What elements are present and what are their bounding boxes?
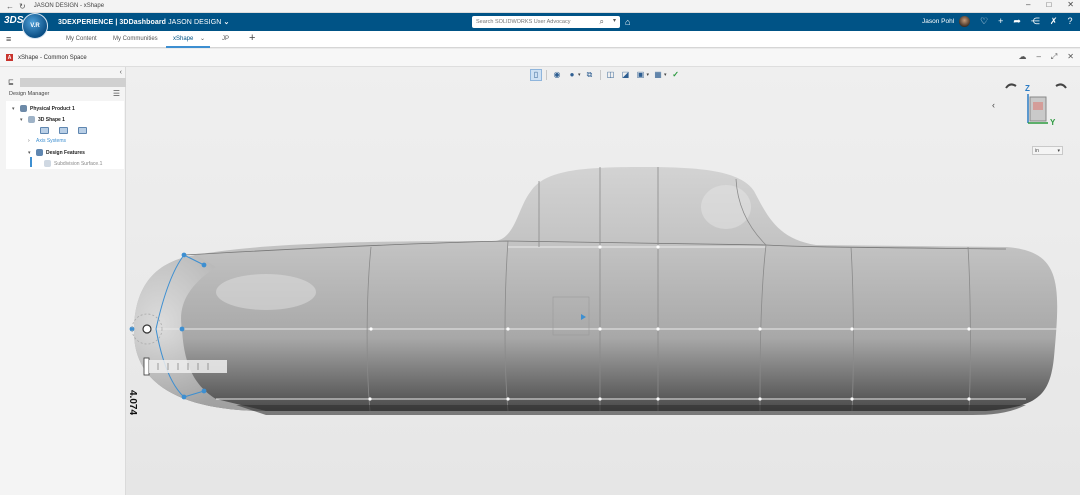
tree-node-axis-systems[interactable]: › Axis Systems — [28, 138, 66, 144]
xshape-app-icon: A — [6, 54, 13, 61]
subdivision-icon — [44, 160, 51, 167]
surface-highlight — [701, 185, 751, 229]
selection-indicator — [30, 157, 32, 167]
search-input[interactable] — [472, 19, 592, 25]
tab-xshape[interactable]: xShape — [173, 36, 193, 42]
platform-topbar: 3DS 3DEXPERIENCE | 3DDashboard JASON DES… — [0, 13, 1080, 31]
browser-nav: ← ↻ — [0, 2, 26, 11]
app-header: A xShape - Common Space ☁ – ⤢ ✕ — [0, 49, 1080, 67]
chevron-down-icon: ⌄ — [223, 19, 230, 26]
tree-label: 3D Shape 1 — [38, 116, 65, 123]
close-button[interactable]: ✕ — [1067, 0, 1074, 9]
tree-node-design-features[interactable]: ▾ Design Features — [28, 149, 85, 156]
search-bar: ⌕ ▾ — [472, 16, 620, 28]
dashboard-tabbar: ≡ My Content My Communities xShape ⌄ JP … — [0, 31, 1080, 48]
app-title: xShape - Common Space — [18, 55, 87, 61]
3d-viewport[interactable]: ▯ ◉ ● ▾ ⧉ ◫ ◪ ▣ ▾ ▦ ▾ ✓ ‹ Z Y in ▾ 4.074 — [126, 67, 1080, 495]
features-icon — [36, 149, 43, 156]
yz-plane-icon[interactable] — [59, 127, 68, 134]
add-tab-button[interactable]: + — [249, 32, 255, 44]
design-tree: ▾ Physical Product 1 ▾ 3D Shape 1 › Axis… — [6, 101, 124, 169]
tab-my-content[interactable]: My Content — [66, 36, 97, 42]
tree-node-physical-product[interactable]: ▾ Physical Product 1 — [12, 105, 75, 112]
compass-icon[interactable]: V.R — [22, 13, 48, 39]
tree-label: Design Features — [46, 149, 85, 156]
brand-title[interactable]: 3DEXPERIENCE | 3DDashboard JASON DESIGN … — [58, 18, 229, 26]
add-icon[interactable]: + — [998, 16, 1003, 27]
search-scope-chevron-icon[interactable]: ▾ — [613, 17, 616, 24]
expand-toggle-icon[interactable]: › — [28, 138, 33, 144]
panel-menu-icon[interactable]: ☰ — [113, 89, 120, 98]
refresh-icon[interactable]: ↻ — [19, 2, 26, 11]
underside-shadow — [236, 405, 1026, 415]
cloud-icon[interactable]: ☁ — [1018, 52, 1026, 62]
tree-label: Physical Product 1 — [30, 105, 75, 112]
zx-plane-icon[interactable] — [78, 127, 87, 134]
share-icon[interactable]: ➦ — [1013, 16, 1021, 27]
collapse-toggle-icon[interactable]: ▾ — [20, 117, 25, 123]
surface-highlight — [216, 274, 316, 310]
tab-my-communities[interactable]: My Communities — [113, 36, 158, 42]
tree-node-3d-shape[interactable]: ▾ 3D Shape 1 — [20, 116, 65, 123]
collapse-panel-icon[interactable]: ‹ — [120, 69, 122, 76]
tree-icon[interactable]: ⊑ — [8, 78, 20, 86]
topbar-actions: ♡ + ➦ ⋲ ✗ ? — [980, 16, 1072, 27]
window-titlebar: ← ↻ JASON DESIGN - xShape – □ ✕ — [0, 0, 1080, 13]
brand-title-bold: 3DEXPERIENCE | 3DDashboard — [58, 19, 167, 26]
ds-logo: 3DS — [4, 15, 24, 26]
tab-jp[interactable]: JP — [222, 36, 229, 42]
panel-title: Design Manager — [9, 91, 50, 97]
collapse-toggle-icon[interactable]: ▾ — [28, 150, 33, 156]
tab-chevron-down-icon[interactable]: ⌄ — [200, 35, 205, 42]
design-manager-panel: ‹ ⊑ Design Manager ☰ ▾ Physical Product … — [0, 67, 126, 495]
app-window-controls: ☁ – ⤢ ✕ — [1018, 52, 1074, 62]
window-controls: – □ ✕ — [1026, 0, 1074, 9]
tree-filter-row: ⊑ — [8, 77, 126, 87]
dashboard-menu-icon[interactable]: ≡ — [6, 34, 11, 44]
tree-node-subdivision-surface[interactable]: Subdivision Surface.1 — [44, 160, 102, 167]
dimension-value-label[interactable]: 4.074 — [127, 390, 138, 415]
collapse-toggle-icon[interactable]: ▾ — [12, 106, 17, 112]
tag-icon[interactable]: ⌂ — [625, 17, 630, 27]
close-app-icon[interactable]: ✕ — [1067, 52, 1074, 62]
tree-filter-input[interactable] — [20, 77, 126, 87]
subdivision-model[interactable] — [126, 67, 1080, 495]
window-title: JASON DESIGN - xShape — [33, 3, 105, 9]
reference-planes — [40, 127, 87, 134]
help-icon[interactable]: ? — [1067, 16, 1072, 27]
back-arrow-icon[interactable]: ← — [6, 2, 14, 11]
maximize-button[interactable]: □ — [1046, 0, 1051, 9]
minimize-button[interactable]: – — [1026, 0, 1030, 9]
minimize-app-icon[interactable]: – — [1036, 52, 1040, 62]
network-icon[interactable]: ⋲ — [1031, 16, 1040, 27]
avatar[interactable] — [959, 16, 970, 27]
notifications-icon[interactable]: ♡ — [980, 16, 988, 27]
tree-label: Axis Systems — [36, 138, 67, 144]
tree-label: Subdivision Surface.1 — [54, 160, 103, 167]
expand-icon[interactable]: ⤢ — [1051, 52, 1057, 62]
brand-title-tenant: JASON DESIGN — [168, 19, 222, 26]
tools-icon[interactable]: ✗ — [1050, 16, 1058, 27]
active-tab-indicator — [166, 46, 210, 48]
xy-plane-icon[interactable] — [40, 127, 49, 134]
user-name[interactable]: Jason Pohl — [922, 18, 954, 25]
shape-icon — [28, 116, 35, 123]
search-icon[interactable]: ⌕ — [600, 17, 604, 27]
product-icon — [20, 105, 27, 112]
